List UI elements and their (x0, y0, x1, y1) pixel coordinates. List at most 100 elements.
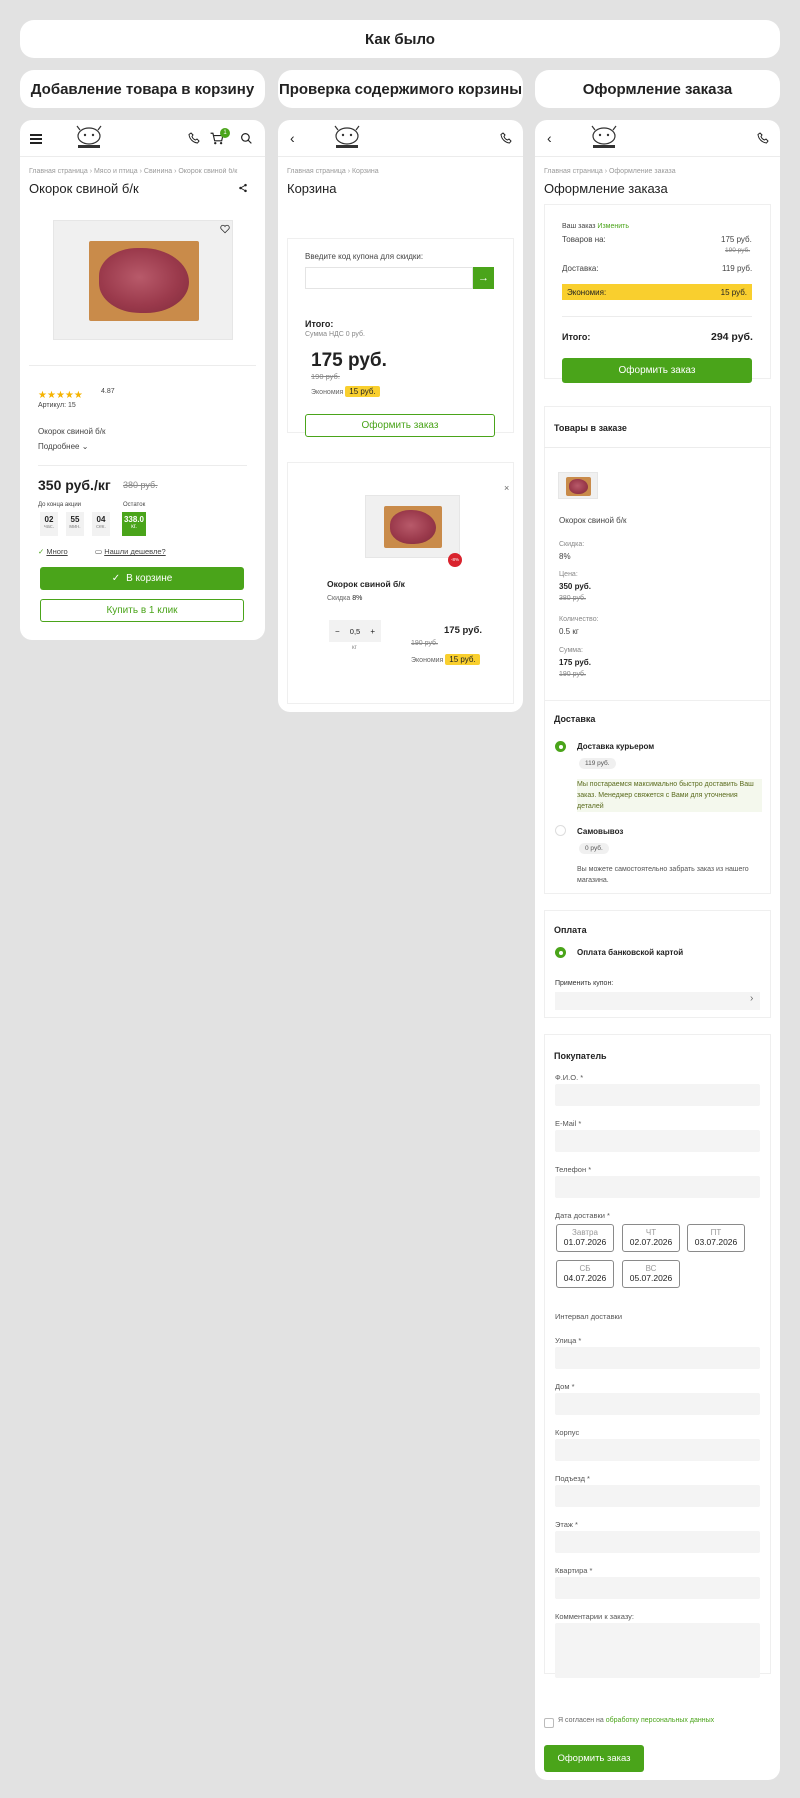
back-icon[interactable]: ‹ (547, 130, 552, 146)
stock-label: Остаток (123, 502, 146, 508)
check-icon: ✓ (111, 573, 121, 584)
logo-icon[interactable] (330, 124, 364, 152)
pickup-note: Вы можете самостоятельно забрать заказ и… (577, 866, 749, 884)
house-field[interactable] (555, 1393, 760, 1415)
share-icon[interactable] (238, 183, 248, 193)
product-screen: 1 Главная страница › Мясо и птица › Свин… (20, 120, 265, 640)
delivery-title: Доставка (554, 714, 596, 724)
check-icon: ✓ (38, 547, 45, 556)
coupon-field[interactable] (555, 992, 760, 1010)
card-payment-radio[interactable] (555, 947, 566, 958)
date-option-5[interactable]: ВС 05.07.2026 (622, 1260, 680, 1288)
privacy-link[interactable]: обработку персональных данных (606, 1717, 714, 1724)
cart-screen: ‹ Главная страница › Корзина Корзина Вве… (278, 120, 523, 712)
date-option-2[interactable]: ЧТ 02.07.2026 (622, 1224, 680, 1252)
goods-old-sum: 190 руб. (725, 247, 751, 254)
place-order-button-top[interactable]: Оформить заказ (562, 358, 752, 383)
item-sum: 175 руб. (559, 658, 591, 667)
courier-radio[interactable] (555, 741, 566, 752)
courier-label[interactable]: Доставка курьером (577, 742, 654, 751)
item-qty-label: Количество: (559, 616, 599, 623)
remove-item-icon[interactable]: × (504, 483, 509, 493)
vat-text: Сумма НДС 0 руб. (305, 331, 365, 338)
comment-textarea[interactable] (555, 1623, 760, 1678)
building-label: Корпус (555, 1428, 580, 1437)
coupon-submit-button[interactable]: → (473, 267, 494, 289)
floor-label: Этаж * (555, 1520, 578, 1529)
date-option-4[interactable]: СБ 04.07.2026 (556, 1260, 614, 1288)
street-label: Улица * (555, 1336, 582, 1345)
phone-icon[interactable] (500, 132, 512, 144)
search-icon[interactable] (240, 132, 253, 145)
quantity-stepper[interactable]: − 0,5 + (329, 620, 381, 642)
coupon-label: Введите код купона для скидки: (305, 252, 424, 261)
logo-icon[interactable] (587, 124, 621, 152)
back-icon[interactable]: ‹ (290, 130, 295, 146)
buy-one-click-button[interactable]: Купить в 1 клик (40, 599, 244, 622)
product-title: Окорок свиной б/к (29, 181, 139, 196)
pickup-radio[interactable] (555, 825, 566, 836)
cart-item-price: 175 руб. (444, 625, 482, 636)
menu-icon[interactable] (30, 134, 42, 144)
timer-label: До конца акции (38, 502, 82, 508)
phone-icon[interactable] (757, 132, 769, 144)
your-order: Ваш заказ Изменить (562, 223, 629, 230)
order-item-image[interactable] (558, 472, 598, 499)
cart-count-badge: 1 (220, 128, 230, 138)
building-field[interactable] (555, 1439, 760, 1461)
email-field[interactable] (555, 1130, 760, 1152)
fio-label: Ф.И.О. * (555, 1073, 584, 1082)
apply-coupon-label: Применить купон: (555, 980, 614, 987)
product-image[interactable] (53, 220, 233, 340)
column-title-add-to-cart: Добавление товара в корзину (20, 70, 265, 108)
street-field[interactable] (555, 1347, 760, 1369)
payment-title: Оплата (554, 925, 587, 935)
chevron-right-icon[interactable]: › (750, 993, 753, 1004)
product-old-price: 380 руб. (123, 480, 158, 490)
pickup-label[interactable]: Самовывоз (577, 827, 623, 836)
total-label: Итого: (305, 319, 334, 329)
minus-icon[interactable]: − (335, 627, 340, 636)
date-option-1[interactable]: Завтра 01.07.2026 (556, 1224, 614, 1252)
item-discount: 8% (559, 552, 571, 561)
logo-icon[interactable] (72, 124, 106, 152)
cart-item-old-price: 190 руб. (411, 640, 438, 647)
plus-icon[interactable]: + (370, 627, 375, 636)
agree-checkbox[interactable] (544, 1718, 554, 1728)
entrance-field[interactable] (555, 1485, 760, 1507)
cart-item-name[interactable]: Окорок свиной б/к (327, 579, 405, 589)
card-payment-label[interactable]: Оплата банковской картой (577, 948, 683, 957)
phone-field[interactable] (555, 1176, 760, 1198)
in-cart-button[interactable]: ✓ В корзине (40, 567, 244, 590)
arrow-right-icon: → (478, 272, 489, 284)
phone-icon[interactable] (188, 132, 200, 144)
product-name: Окорок свиной б/к (38, 427, 106, 436)
order-item-name: Окорок свиной б/к (559, 516, 627, 525)
checkout-button[interactable]: Оформить заказ (305, 414, 495, 437)
cart-total-old: 190 руб. (311, 372, 340, 381)
economy-row: Экономия: 15 руб. (562, 284, 752, 300)
coupon-input[interactable] (305, 267, 473, 289)
delivery-date-label: Дата доставки * (555, 1211, 610, 1220)
timer-hours: 02 час. (40, 512, 58, 536)
fio-field[interactable] (555, 1084, 760, 1106)
change-order-link[interactable]: Изменить (597, 223, 629, 230)
document-icon: ▭ (95, 547, 103, 556)
qty-unit: кг (352, 645, 357, 651)
email-label: E-Mail * (555, 1119, 582, 1128)
rating-stars: ★★★★★ (38, 390, 83, 401)
economy-row: Экономия 15 руб. (311, 386, 380, 397)
delivery-label: Доставка: (562, 264, 599, 273)
favorite-icon[interactable] (220, 224, 230, 234)
place-order-button[interactable]: Оформить заказ (544, 1745, 644, 1772)
goods-label: Товаров на: (562, 235, 606, 244)
floor-field[interactable] (555, 1531, 760, 1553)
found-cheaper-link[interactable]: ▭ Нашли дешевле? (95, 547, 166, 556)
cart-item-image[interactable] (365, 495, 460, 558)
date-option-3[interactable]: ПТ 03.07.2026 (687, 1224, 745, 1252)
apartment-field[interactable] (555, 1577, 760, 1599)
comment-label: Комментарии к заказу: (555, 1612, 635, 1621)
item-old-price: 380 руб. (559, 595, 586, 602)
more-link[interactable]: Подробнее ⌄ (38, 442, 88, 451)
item-discount-label: Скидка: (559, 541, 585, 548)
